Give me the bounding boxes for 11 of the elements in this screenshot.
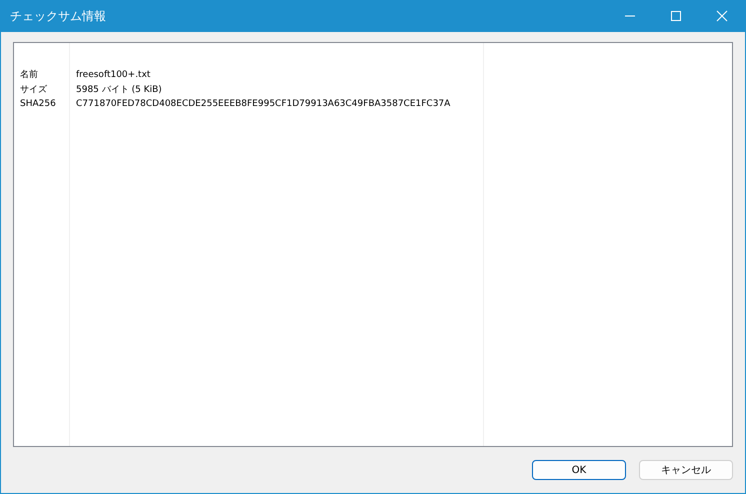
row-label: SHA256 [20,98,57,111]
window-title: チェックサム情報 [9,8,106,24]
row-value: freesoft100+.txt [76,69,152,82]
close-icon [716,10,728,22]
row-value: C771870FED78CD408ECDE255EEEB8FE995CF1D79913A63C49FBA3587CE1FC37A [76,98,452,111]
ok-button[interactable]: OK [532,460,626,480]
row-label: サイズ [20,84,48,96]
maximize-icon [670,10,682,22]
row-label: 名前 [20,68,39,82]
row-value: 5985 バイト (5 KiB) [76,84,163,96]
cancel-button[interactable]: キャンセル [639,460,733,480]
